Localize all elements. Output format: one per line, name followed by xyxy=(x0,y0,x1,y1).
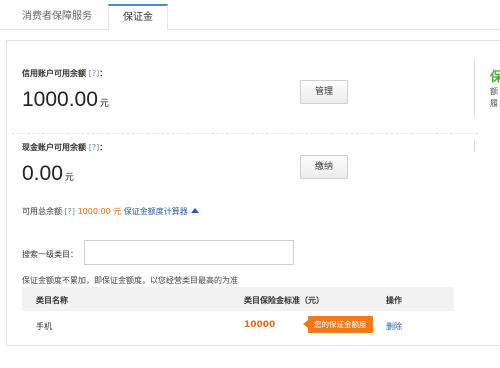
credit-amount: 1000.00 元 xyxy=(22,88,109,112)
section-divider xyxy=(12,133,478,134)
side-text-line1: 额 xyxy=(490,87,498,96)
vertical-separator xyxy=(474,140,475,152)
cash-help-link[interactable]: [?] xyxy=(89,143,100,152)
credit-account-title: 信用账户可用余额 [?]： xyxy=(22,68,107,79)
credit-colon: ： xyxy=(99,69,108,78)
tab-bar: 消费者保障服务 保证金 xyxy=(0,0,500,31)
cash-colon: ： xyxy=(99,143,108,152)
col-action: 操作 xyxy=(386,296,402,305)
row-standard: 10000 xyxy=(244,320,276,330)
table-header: 类目名称 类目保险金标准（元） 操作 xyxy=(22,287,454,311)
deposit-note: 保证金额度不累加，即保证金额度，以您经营类目最高的为准 xyxy=(22,276,238,285)
cash-amount-unit: 元 xyxy=(64,172,74,182)
credit-amount-unit: 元 xyxy=(99,98,109,108)
tab-deposit[interactable]: 保证金 xyxy=(108,4,168,31)
manage-button[interactable]: 管理 xyxy=(300,80,348,104)
calculator-link[interactable]: 保证金额度计算器 xyxy=(124,207,188,216)
collapse-triangle-icon[interactable] xyxy=(190,208,199,213)
guarantee-icon: 保 xyxy=(490,70,500,85)
credit-help-link[interactable]: [?] xyxy=(89,69,100,78)
row-category: 手机 xyxy=(36,322,52,331)
pay-button[interactable]: 缴纳 xyxy=(300,155,348,179)
credit-account-label: 信用账户可用余额 xyxy=(22,69,86,78)
total-balance: 可用总余额 [?] 1000.00 元 保证金额度计算器 xyxy=(22,206,199,217)
total-help-link[interactable]: [?] xyxy=(65,207,76,216)
category-search-input[interactable] xyxy=(84,240,294,265)
cash-account-label: 现金账户可用余额 xyxy=(22,143,86,152)
col-category: 类目名称 xyxy=(36,296,68,305)
vertical-separator xyxy=(474,58,475,118)
credit-amount-value: 1000.00 xyxy=(22,88,98,111)
search-label: 搜索一级类目： xyxy=(22,250,78,259)
cash-amount-value: 0.00 xyxy=(22,162,63,185)
cash-account-title: 现金账户可用余额 [?]： xyxy=(22,142,107,153)
delete-link[interactable]: 删除 xyxy=(386,321,402,332)
col-standard: 类目保险金标准（元） xyxy=(244,296,324,305)
cash-amount: 0.00 元 xyxy=(22,162,74,186)
total-label: 可用总余额 xyxy=(22,207,62,216)
total-amount: 1000.00 元 xyxy=(77,207,122,216)
table-row: 手机 10000 您的保证金额度 删除 xyxy=(22,311,454,339)
tab-consumer-protection[interactable]: 消费者保障服务 xyxy=(22,4,100,30)
side-text-line2: 履 xyxy=(490,99,498,108)
your-deposit-badge: 您的保证金额度 xyxy=(303,316,373,333)
